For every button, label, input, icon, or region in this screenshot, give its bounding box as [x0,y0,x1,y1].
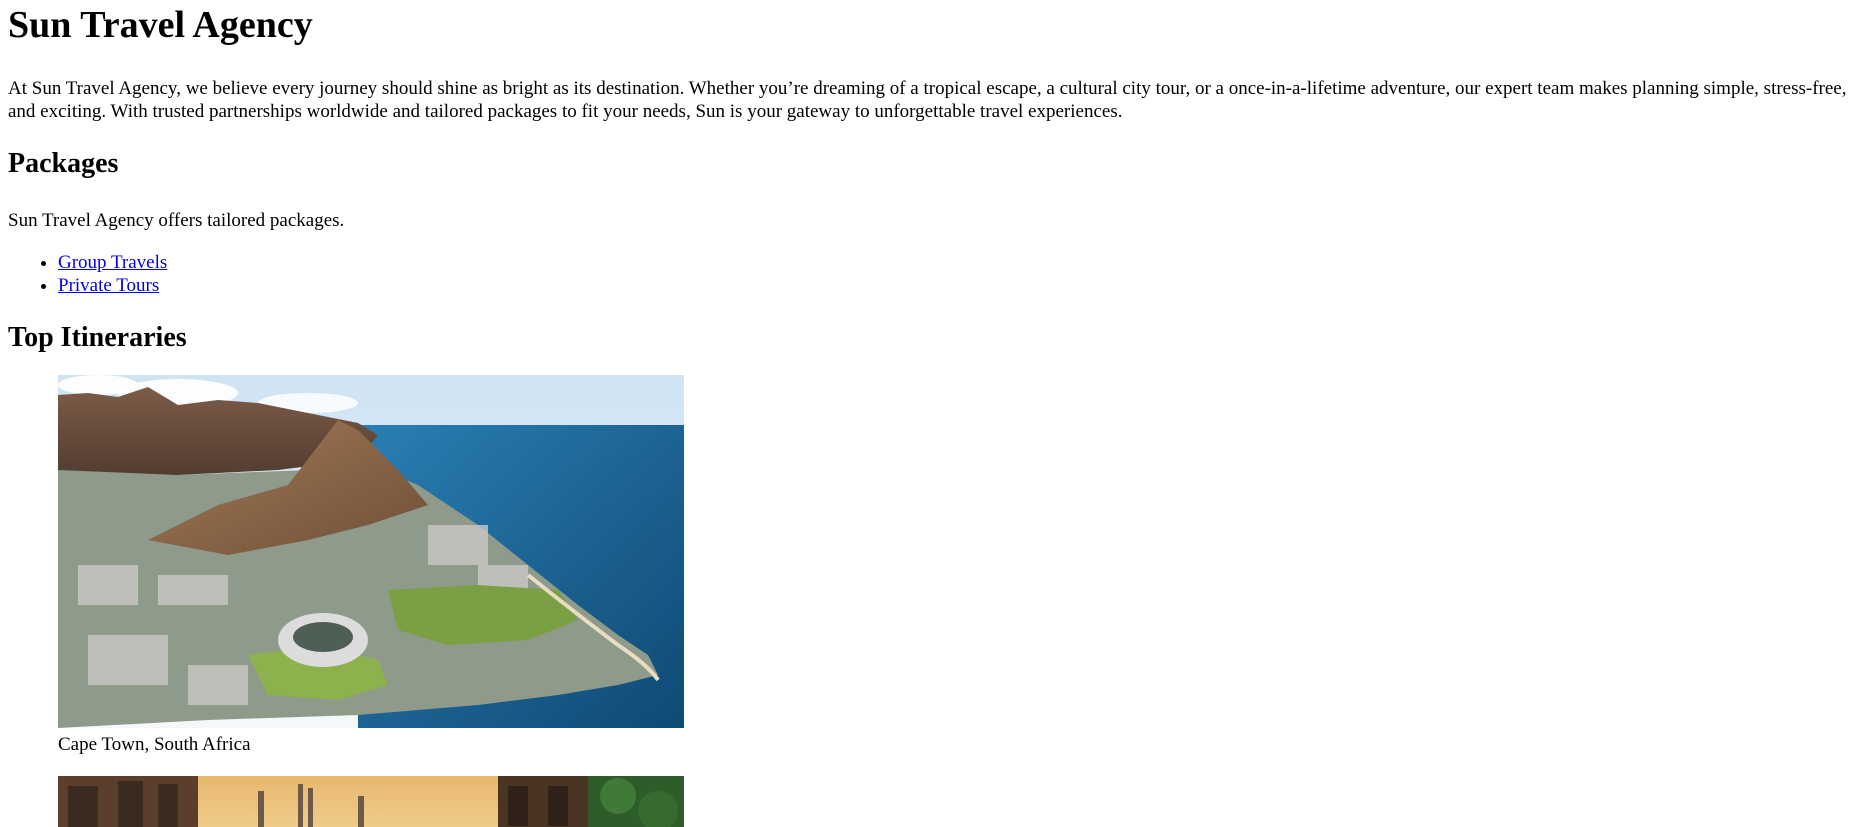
itineraries-heading: Top Itineraries [8,322,187,353]
packages-list: Group Travels Private Tours [8,251,1858,297]
itinerary-figure: Cape Town, South Africa [58,375,1858,756]
page-title: Sun Travel Agency [8,4,313,46]
list-item: Private Tours [58,274,1858,297]
itinerary-caption: Cape Town, South Africa [58,734,251,755]
intro-paragraph: At Sun Travel Agency, we believe every j… [8,78,1847,122]
packages-heading: Packages [8,148,119,179]
city-photo [58,776,684,827]
private-tours-link[interactable]: Private Tours [58,275,159,296]
packages-description: Sun Travel Agency offers tailored packag… [8,210,345,231]
group-travels-link[interactable]: Group Travels [58,252,167,273]
cape-town-photo [58,375,684,728]
page: Sun Travel Agency At Sun Travel Agency, … [0,0,1866,827]
list-item: Group Travels [58,251,1858,274]
itinerary-figure [58,776,1858,827]
